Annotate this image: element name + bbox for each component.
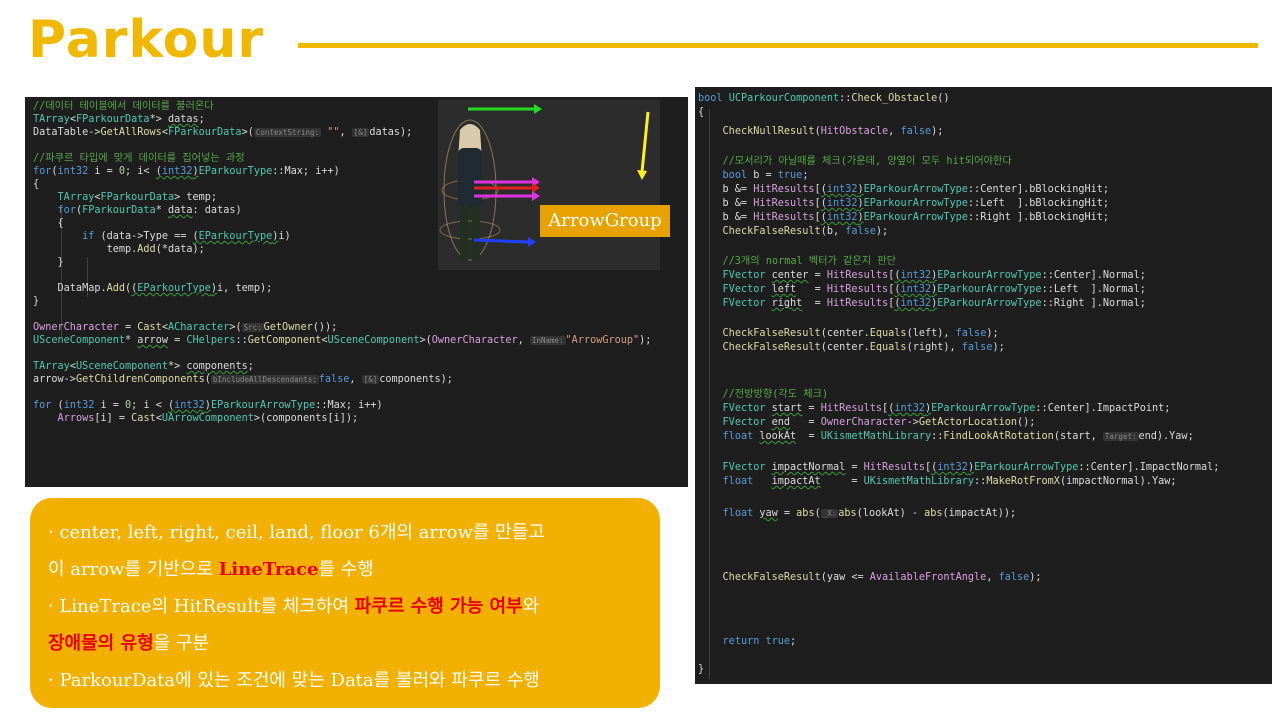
code-line: FVector left = HitResults[(int32)EParkou… — [722, 284, 1146, 295]
code-line: for(int32 i = 0; i< (int32)EParkourType:… — [33, 166, 340, 177]
code-line: FVector center = HitResults[(int32)EPark… — [722, 270, 1146, 281]
code-line: { — [698, 107, 705, 118]
code-line: CheckFalseResult(b, false); — [722, 226, 889, 237]
description-panel: · center, left, right, ceil, land, floor… — [30, 498, 660, 708]
code-line: FVector impactNormal = HitResults[(int32… — [722, 462, 1220, 473]
description-line: 장애물의 유형을 구분 — [48, 629, 209, 655]
code-line: FVector end = OwnerCharacter->GetActorLo… — [722, 417, 1036, 428]
param-hint: bIncludeAllDescendants: — [210, 375, 319, 384]
code-line: for(FParkourData* data: datas) — [57, 205, 242, 216]
code-line: //파쿠르 타입에 맞게 데이터를 집어넣는 과정 — [33, 153, 245, 164]
param-hint: [&] — [351, 128, 370, 137]
code-line: b &= HitResults[(int32)EParkourArrowType… — [698, 184, 1109, 195]
slide-title: Parkour — [28, 10, 265, 70]
code-line: CheckNullResult(HitObstacle, false); — [722, 126, 944, 137]
code-line: bool b = true; — [722, 170, 809, 181]
code-line: } — [33, 296, 40, 307]
description-line: 이 arrow를 기반으로 LineTrace를 수행 — [48, 555, 374, 581]
code-line: OwnerCharacter = Cast<ACharacter>(Src: Ge… — [33, 322, 338, 333]
code-line: b &= HitResults[(int32)EParkourArrowType… — [698, 198, 1109, 209]
code-line: DataMap.Add((EParkourType)i, temp); — [33, 283, 273, 294]
code-line: TArray<FParkourData*> datas; — [33, 114, 205, 125]
code-line: { — [33, 179, 40, 190]
text-span: 이 arrow를 기반으로 — [48, 559, 219, 580]
code-line: temp.Add(*data); — [33, 244, 205, 255]
param-hint: [&] — [361, 375, 380, 384]
code-line: CheckFalseResult(center.Equals(right), f… — [722, 342, 1005, 353]
title-underline — [298, 43, 1258, 48]
code-line: { — [33, 218, 64, 229]
text-span: 을 구분 — [153, 633, 210, 654]
code-line: float impactAt = UKismetMathLibrary::Mak… — [722, 476, 1177, 487]
code-line: arrow->GetChildrenComponents(bIncludeAll… — [33, 374, 453, 385]
code-line: return true; — [722, 636, 797, 647]
code-line: USceneComponent* arrow = CHelpers::GetCo… — [33, 335, 652, 346]
code-line: float yaw = abs(_X: abs(lookAt) - abs(imp… — [722, 508, 1017, 519]
param-hint: Target: — [1102, 432, 1139, 441]
description-line: · LineTrace의 HitResult를 체크하여 파쿠르 수행 가능 여… — [48, 592, 539, 618]
code-line: float lookAt = UKismetMathLibrary::FindL… — [722, 431, 1194, 442]
code-line: CheckFalseResult(center.Equals(left), fa… — [722, 328, 999, 339]
code-line: for (int32 i = 0; i < (int32)EParkourArr… — [33, 400, 383, 411]
character-arrows-illustration — [439, 104, 650, 261]
highlight-text: 파쿠르 수행 가능 여부 — [354, 596, 523, 617]
code-line: TArray<FParkourData> temp; — [57, 192, 218, 203]
code-line: } — [33, 257, 64, 268]
code-line: TArray<USceneComponent*> components; — [33, 361, 254, 372]
code-line: //전방방향(각도 체크) — [698, 389, 829, 400]
arrow-group-label: ArrowGroup — [540, 205, 670, 237]
code-line: //데이터 테이블에서 데이터를 불러온다 — [33, 101, 214, 112]
text-span: · LineTrace의 HitResult를 체크하여 — [48, 596, 355, 617]
text-span: 를 수행 — [318, 559, 374, 580]
code-line: if (data->Type == (EParkourType)i) — [82, 231, 291, 242]
code-line: } — [698, 664, 705, 675]
code-line: FVector start = HitResults[(int32)EParko… — [722, 403, 1171, 414]
code-line: CheckFalseResult(yaw <= AvailableFrontAn… — [722, 572, 1042, 583]
highlight-text: 장애물의 유형 — [48, 633, 154, 654]
param-hint: InName: — [529, 336, 566, 345]
code-line: Arrows[i] = Cast<UArrowComponent>(compon… — [57, 413, 359, 424]
code-line: FVector right = HitResults[(int32)EParko… — [722, 298, 1146, 309]
code-line: //모서리가 아닐때를 체크(가운데, 양옆이 모두 hit되어야한다 — [698, 156, 1012, 167]
param-hint: ContextString: — [253, 128, 322, 137]
param-hint: _X: — [820, 509, 839, 518]
param-hint: Src: — [241, 323, 264, 332]
code-line: DataTable->GetAllRows<FParkourData>(Cont… — [33, 127, 413, 138]
code-line: //3개의 normal 벡터가 같은지 판단 — [698, 256, 896, 267]
arrow-group-preview — [438, 100, 660, 270]
code-line: bool UCParkourComponent::Check_Obstacle(… — [698, 93, 950, 104]
text-span: 와 — [522, 596, 540, 617]
code-line: b &= HitResults[(int32)EParkourArrowType… — [698, 212, 1109, 223]
right-code-screenshot: bool UCParkourComponent::Check_Obstacle(… — [695, 87, 1272, 684]
description-line: · center, left, right, ceil, land, floor… — [48, 522, 545, 543]
highlight-text: LineTrace — [218, 559, 319, 580]
description-line: · ParkourData에 있는 조건에 맞는 Data를 불러와 파쿠르 수… — [48, 670, 540, 691]
